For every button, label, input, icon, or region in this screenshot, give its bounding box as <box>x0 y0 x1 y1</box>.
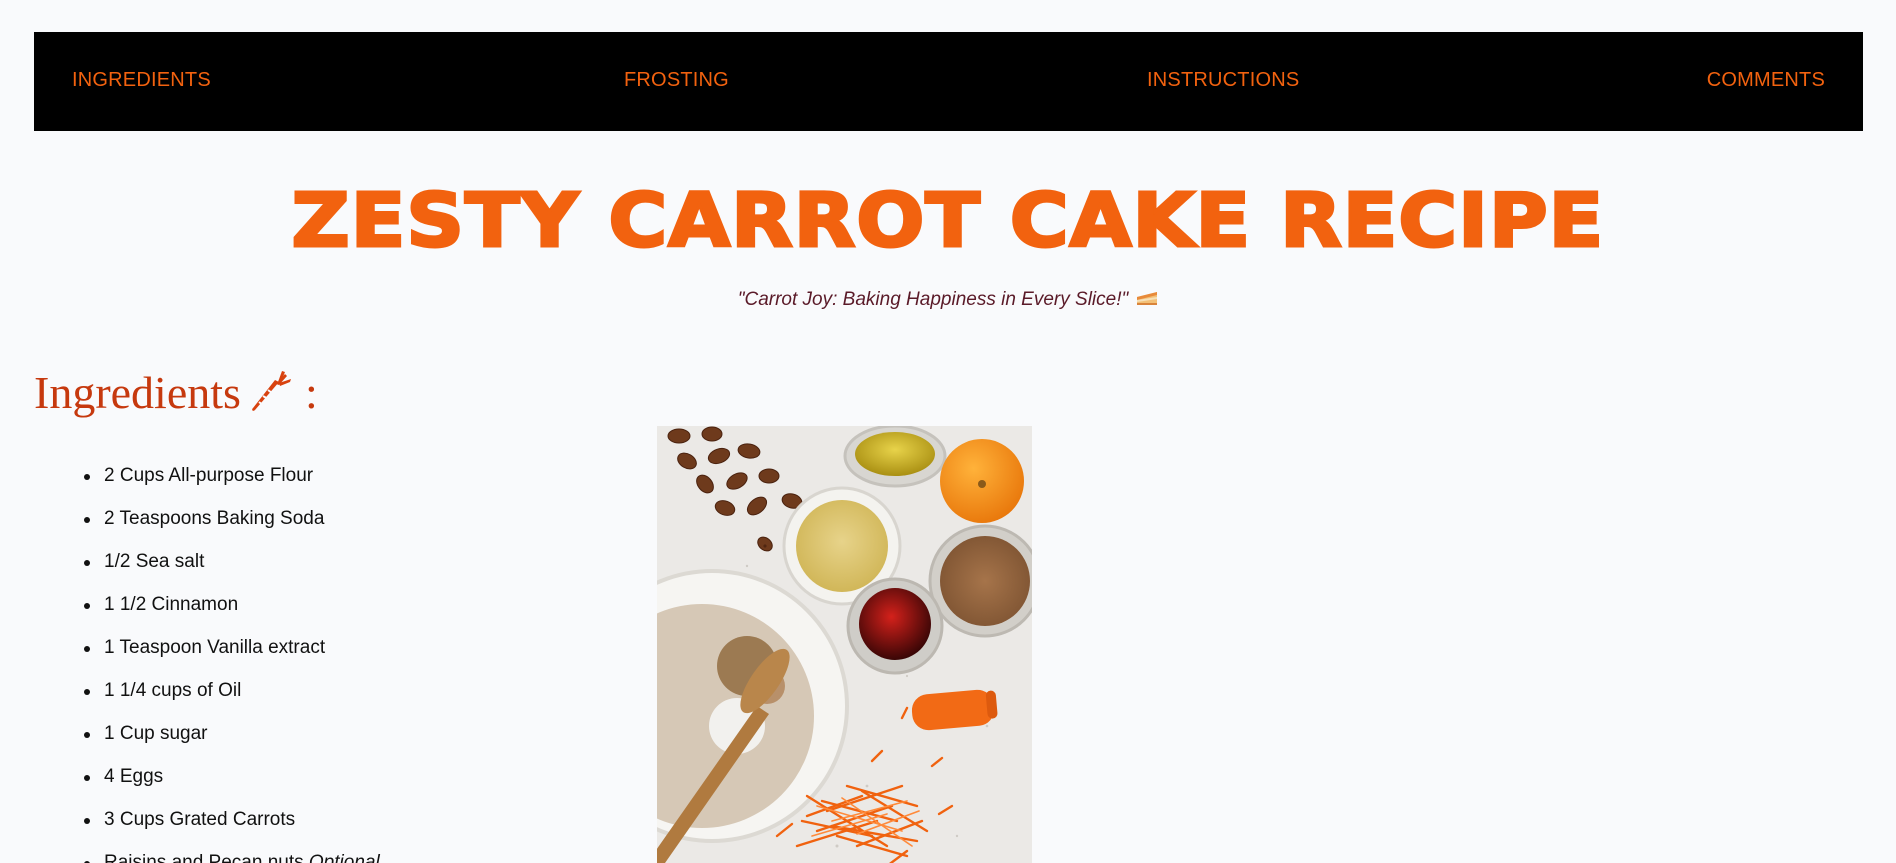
ingredient-item: 2 Cups All-purpose Flour <box>34 462 380 505</box>
ingredients-photo <box>657 426 1032 863</box>
nav-link-ingredients[interactable]: INGREDIENTS <box>72 70 211 90</box>
top-navigation: INGREDIENTS FROSTING INSTRUCTIONS COMMEN… <box>34 32 1863 131</box>
page-title: ZESTY CARROT CAKE RECIPE <box>290 178 1605 264</box>
carrot-icon <box>249 370 293 414</box>
nav-link-comments[interactable]: COMMENTS <box>1707 70 1825 90</box>
ingredient-item-text: Raisins and Pecan nuts <box>104 852 309 863</box>
ingredient-item: 1 Cup sugar <box>34 720 380 763</box>
ingredient-item: 3 Cups Grated Carrots <box>34 806 380 849</box>
nav-link-instructions[interactable]: INSTRUCTIONS <box>1147 70 1299 90</box>
ingredients-heading: Ingredients : <box>34 370 318 416</box>
ingredient-item: 4 Eggs <box>34 763 380 806</box>
ingredient-item: Raisins and Pecan nuts Optional <box>34 849 380 863</box>
subtitle-text: "Carrot Joy: Baking Happiness in Every S… <box>737 289 1129 310</box>
ingredient-item: 1 Teaspoon Vanilla extract <box>34 634 380 677</box>
ingredients-heading-text: Ingredients <box>34 367 241 418</box>
page-subtitle: "Carrot Joy: Baking Happiness in Every S… <box>0 290 1896 309</box>
ingredients-list: 2 Cups All-purpose Flour 2 Teaspoons Bak… <box>34 462 380 863</box>
ingredient-item: 1 1/2 Cinnamon <box>34 591 380 634</box>
ingredients-heading-colon: : <box>304 367 318 418</box>
ingredient-item: 2 Teaspoons Baking Soda <box>34 505 380 548</box>
ingredient-item: 1 1/4 cups of Oil <box>34 677 380 720</box>
ingredient-optional-note: Optional <box>308 852 380 863</box>
ingredient-item: 1/2 Sea salt <box>34 548 380 591</box>
nav-link-frosting[interactable]: FROSTING <box>624 70 729 90</box>
cake-slice-icon <box>1136 290 1158 306</box>
page: INGREDIENTS FROSTING INSTRUCTIONS COMMEN… <box>0 0 1896 863</box>
